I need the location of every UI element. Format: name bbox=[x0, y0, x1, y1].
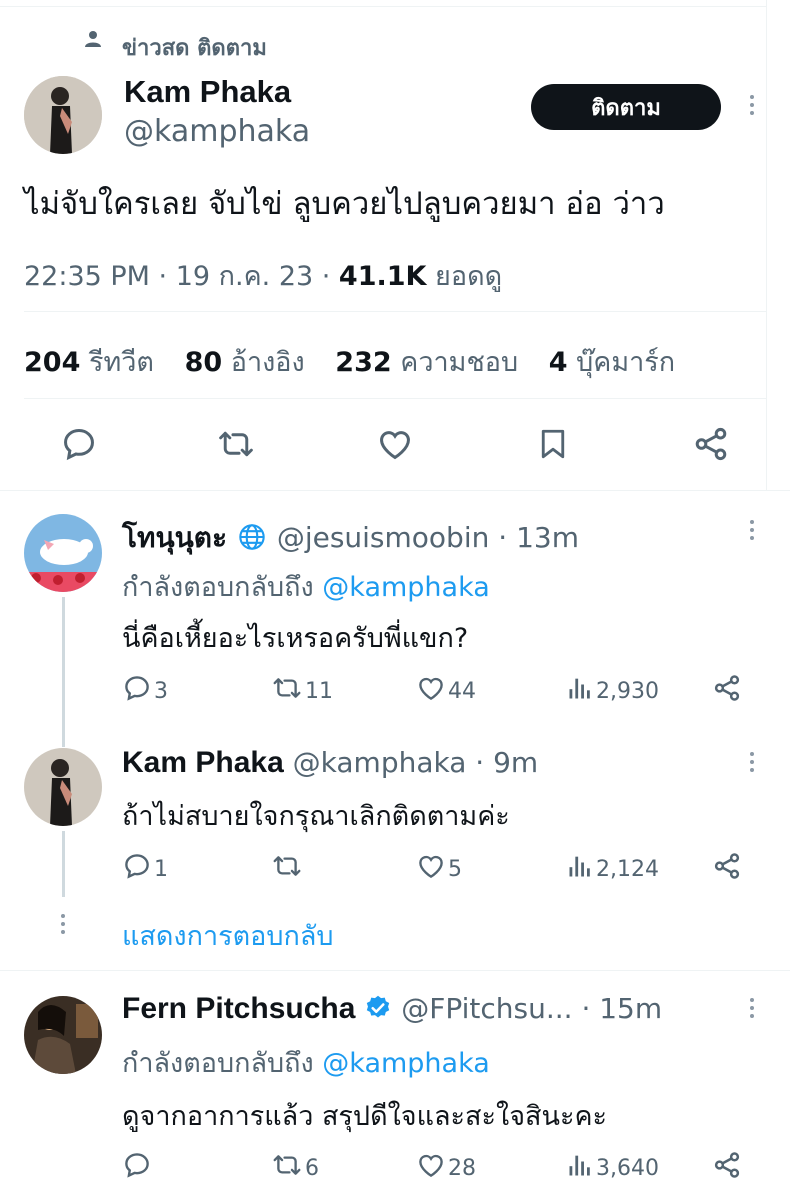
verified-icon bbox=[364, 994, 392, 1029]
retweet-icon bbox=[271, 1150, 303, 1186]
main-tweet-views-label: ยอดดู bbox=[426, 261, 503, 292]
main-tweet-time[interactable]: 22:35 PM · 19 ก.ค. 23 · bbox=[24, 261, 339, 292]
follow-button[interactable]: ติดตาม bbox=[531, 84, 721, 130]
reply1-views-action[interactable]: 2,930 bbox=[566, 673, 659, 709]
reply3-like-count: 28 bbox=[448, 1155, 476, 1181]
reply1-text: นี่คือเหี้ยอะไรเหรอครับพี่แขก? bbox=[122, 623, 469, 654]
main-more-icon[interactable] bbox=[749, 95, 755, 115]
reply-icon bbox=[122, 1150, 152, 1186]
like-icon bbox=[416, 673, 446, 709]
reply3-time[interactable]: · 15m bbox=[581, 992, 662, 1025]
reply1-replying-to: กำลังตอบกลับถึง @kamphaka bbox=[122, 572, 490, 603]
reply2-like-count: 5 bbox=[448, 856, 462, 882]
divider-main-end bbox=[0, 490, 790, 491]
retweet-icon[interactable] bbox=[216, 425, 256, 463]
reply2-time[interactable]: · 9m bbox=[475, 746, 538, 779]
reply1-handle[interactable]: @jesuismoobin bbox=[277, 521, 490, 554]
reply1-reply-action[interactable]: 3 bbox=[122, 673, 168, 709]
reply-icon bbox=[122, 673, 152, 709]
main-tweet-meta: 22:35 PM · 19 ก.ค. 23 · 41.1K ยอดดู bbox=[24, 254, 502, 297]
reply3-replying-handle[interactable]: @kamphaka bbox=[322, 1048, 490, 1079]
views-icon bbox=[566, 673, 594, 709]
stat-likes[interactable]: 232 ความชอบ bbox=[335, 347, 518, 378]
reply2-author-name[interactable]: Kam Phaka bbox=[122, 746, 284, 779]
reply-icon bbox=[122, 851, 152, 887]
main-author-handle[interactable]: @kamphaka bbox=[124, 114, 310, 149]
bookmark-icon[interactable] bbox=[535, 425, 571, 463]
reply1-view-count: 2,930 bbox=[596, 678, 659, 704]
reply-icon[interactable] bbox=[60, 425, 98, 463]
person-icon bbox=[84, 30, 102, 48]
reply3-like-action[interactable]: 28 bbox=[416, 1150, 476, 1186]
reply3-text: ดูจากอาการแล้ว สรุปดีใจและสะใจสินะคะ bbox=[122, 1101, 608, 1132]
reply2-header: Kam Phaka @kamphaka · 9m bbox=[122, 746, 538, 780]
retweet-icon bbox=[271, 673, 303, 709]
thread-continuation-dots bbox=[60, 914, 66, 934]
retweet-icon bbox=[271, 851, 303, 887]
reply3-avatar[interactable] bbox=[24, 996, 102, 1074]
reply1-header: โทนุนุตะ @jesuismoobin · 13m bbox=[122, 516, 579, 560]
reply2-view-count: 2,124 bbox=[596, 856, 659, 882]
divider-thread-end bbox=[0, 970, 790, 971]
reply3-more-icon[interactable] bbox=[749, 998, 755, 1018]
reply2-like-action[interactable]: 5 bbox=[416, 851, 462, 887]
main-author-name[interactable]: Kam Phaka bbox=[124, 74, 291, 110]
reply1-author-name[interactable]: โทนุนุตะ bbox=[122, 521, 227, 554]
main-tweet-views-count: 41.1K bbox=[338, 261, 427, 292]
views-icon bbox=[566, 851, 594, 887]
reply2-more-icon[interactable] bbox=[749, 752, 755, 772]
reply1-like-count: 44 bbox=[448, 678, 476, 704]
stat-bookmarks[interactable]: 4 บุ๊คมาร์ก bbox=[549, 347, 675, 378]
like-icon bbox=[416, 1150, 446, 1186]
reply1-avatar[interactable] bbox=[24, 514, 102, 592]
reply3-views-action[interactable]: 3,640 bbox=[566, 1150, 659, 1186]
reply1-retweet-action[interactable]: 11 bbox=[271, 673, 333, 709]
views-icon bbox=[566, 1150, 594, 1186]
reply2-reply-action[interactable]: 1 bbox=[122, 851, 168, 887]
social-context-label[interactable]: ข่าวสด ติดตาม bbox=[122, 30, 267, 65]
like-icon bbox=[416, 851, 446, 887]
reply2-handle[interactable]: @kamphaka bbox=[293, 746, 467, 779]
reply2-retweet-action[interactable] bbox=[271, 851, 305, 887]
reply2-text: ถ้าไม่สบายใจกรุณาเลิกติดตามค่ะ bbox=[122, 801, 510, 832]
reply2-views-action[interactable]: 2,124 bbox=[566, 851, 659, 887]
reply3-handle[interactable]: @FPitchsu... bbox=[401, 992, 572, 1025]
stat-retweets[interactable]: 204 รีทวีต bbox=[24, 347, 154, 378]
top-divider bbox=[0, 6, 766, 7]
thread-line-2 bbox=[62, 831, 65, 897]
globe-icon bbox=[238, 523, 266, 558]
stat-quotes[interactable]: 80 อ้างอิง bbox=[185, 347, 305, 378]
reply1-share-icon[interactable] bbox=[712, 673, 742, 703]
reply3-header: Fern Pitchsucha @FPitchsu... · 15m bbox=[122, 992, 662, 1029]
reply3-retweet-count: 6 bbox=[305, 1155, 319, 1181]
reply2-share-icon[interactable] bbox=[712, 851, 742, 881]
like-icon[interactable] bbox=[376, 425, 414, 463]
stats-row: 204 รีทวีต 80 อ้างอิง 232 ความชอบ 4 บุ๊ค… bbox=[24, 340, 675, 383]
reply1-time[interactable]: · 13m bbox=[498, 521, 579, 554]
reply2-avatar[interactable] bbox=[24, 748, 102, 826]
reply3-share-icon[interactable] bbox=[712, 1150, 742, 1180]
reply1-retweet-count: 11 bbox=[305, 678, 333, 704]
show-replies-link[interactable]: แสดงการตอบกลับ bbox=[122, 914, 334, 957]
follow-button-label: ติดตาม bbox=[591, 95, 661, 121]
reply3-reply-action[interactable] bbox=[122, 1150, 154, 1186]
reply3-view-count: 3,640 bbox=[596, 1155, 659, 1181]
reply2-reply-count: 1 bbox=[154, 856, 168, 882]
main-tweet-text: ไม่จับใครเลย จับไข่ ลูบควยไปลูบควยมา อ่อ… bbox=[24, 186, 665, 222]
share-icon[interactable] bbox=[692, 425, 730, 463]
reply1-like-action[interactable]: 44 bbox=[416, 673, 476, 709]
reply1-replying-handle[interactable]: @kamphaka bbox=[322, 572, 490, 603]
reply1-reply-count: 3 bbox=[154, 678, 168, 704]
reply3-replying-to: กำลังตอบกลับถึง @kamphaka bbox=[122, 1048, 490, 1079]
reply3-retweet-action[interactable]: 6 bbox=[271, 1150, 319, 1186]
divider-stats-bottom bbox=[24, 398, 766, 399]
main-author-avatar[interactable] bbox=[24, 76, 102, 154]
reply3-author-name[interactable]: Fern Pitchsucha bbox=[122, 992, 355, 1025]
thread-line-1 bbox=[62, 597, 65, 747]
divider-stats-top bbox=[24, 311, 766, 312]
right-edge-border bbox=[766, 0, 767, 490]
reply1-more-icon[interactable] bbox=[749, 520, 755, 540]
